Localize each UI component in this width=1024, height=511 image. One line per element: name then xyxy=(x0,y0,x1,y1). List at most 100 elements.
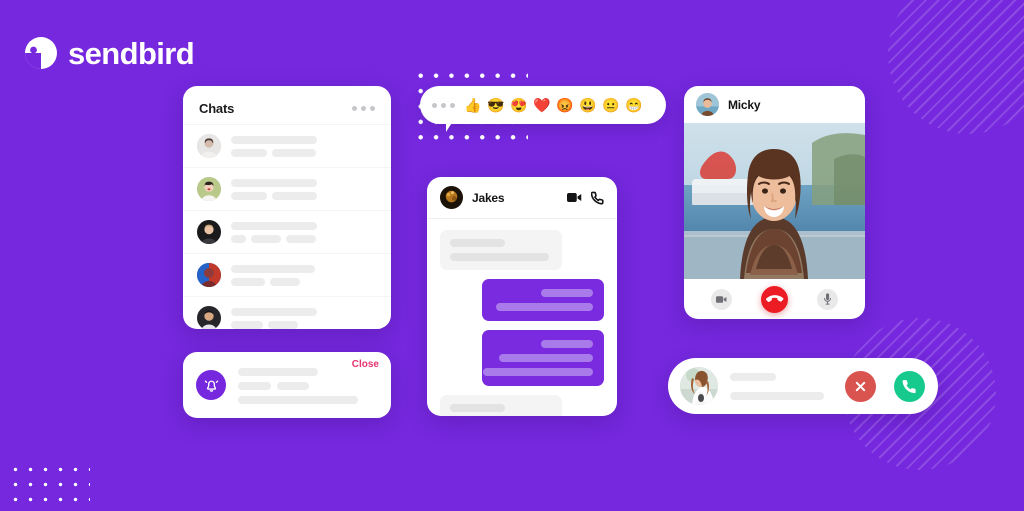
skeleton-line xyxy=(231,191,267,200)
square-dot-grid-decoration-bottom-left xyxy=(8,462,90,511)
skeleton-line xyxy=(251,234,281,243)
chat-item-skeleton xyxy=(231,221,375,243)
sendbird-bubble-mark-icon xyxy=(24,36,58,70)
video-call-participant-name: Micky xyxy=(728,97,761,112)
skeleton-line xyxy=(231,148,267,157)
chat-list-item[interactable] xyxy=(183,124,391,167)
emoji-reaction-bar: 👍 😎 😍 ❤️ 😡 😃 😐 😁 xyxy=(420,86,666,124)
skeleton-line xyxy=(231,221,317,230)
chat-conversation-card: Jakes xyxy=(427,177,617,416)
decline-call-button[interactable] xyxy=(845,370,876,402)
conversation-title: Jakes xyxy=(472,190,505,205)
skeleton-line xyxy=(730,372,776,381)
avatar xyxy=(197,220,221,244)
ellipsis-horizontal-icon[interactable] xyxy=(432,102,455,108)
message-bubble-incoming xyxy=(440,395,562,416)
ellipsis-horizontal-icon[interactable] xyxy=(352,105,375,111)
skeleton-line xyxy=(496,303,593,311)
skeleton-row xyxy=(231,320,375,329)
skeleton-line xyxy=(450,253,549,261)
skeleton-line xyxy=(277,382,309,390)
chats-panel-header: Chats xyxy=(183,86,391,124)
video-call-card: Micky xyxy=(684,86,865,319)
sendbird-wordmark: sendbird xyxy=(68,35,195,71)
heart-eyes-emoji[interactable]: 😍 xyxy=(510,98,528,112)
skeleton-line xyxy=(238,382,271,390)
chat-list-item[interactable] xyxy=(183,210,391,253)
incoming-call-card xyxy=(668,358,938,414)
microphone-toggle-button[interactable] xyxy=(817,288,838,310)
chat-item-skeleton xyxy=(231,264,375,286)
skeleton-line xyxy=(231,307,317,316)
skeleton-row xyxy=(231,191,375,200)
video-call-controls xyxy=(684,279,865,319)
message-bubble-incoming xyxy=(440,230,562,270)
banner-canvas: sendbird Chats Close 👍 😎 😍 ❤️ 😡 😃 😐 😁 Ja… xyxy=(0,0,1024,511)
chat-list-item[interactable] xyxy=(183,253,391,296)
skeleton-line xyxy=(541,340,593,348)
end-call-button[interactable] xyxy=(761,285,788,313)
diagonal-stripes-decoration-top-right xyxy=(888,0,1024,134)
notification-skeleton xyxy=(238,366,379,404)
message-bubble-outgoing xyxy=(482,279,604,321)
chat-list-item[interactable] xyxy=(183,167,391,210)
skeleton-row xyxy=(231,277,375,286)
skeleton-line xyxy=(231,264,315,273)
thumbs-up-emoji[interactable]: 👍 xyxy=(464,98,482,112)
accept-call-button[interactable] xyxy=(894,370,925,402)
skeleton-line xyxy=(730,391,824,400)
video-feed xyxy=(684,123,865,279)
chats-panel-title: Chats xyxy=(199,100,235,116)
skeleton-line xyxy=(499,354,593,362)
video-camera-icon[interactable] xyxy=(567,191,582,204)
skeleton-line xyxy=(231,135,317,144)
skeleton-line xyxy=(450,239,505,247)
avatar xyxy=(197,306,221,329)
skeleton-row xyxy=(231,148,375,157)
skeleton-line xyxy=(483,368,593,376)
skeleton-line xyxy=(268,320,298,329)
skeleton-line xyxy=(238,368,318,376)
red-heart-emoji[interactable]: ❤️ xyxy=(533,98,551,112)
skeleton-line xyxy=(231,277,265,286)
skeleton-line xyxy=(231,178,317,187)
emoji-bar-tail xyxy=(446,121,457,132)
skeleton-line xyxy=(272,191,317,200)
chat-list-item[interactable] xyxy=(183,296,391,329)
message-list xyxy=(427,219,617,416)
close-button[interactable]: Close xyxy=(352,359,379,370)
skeleton-line xyxy=(286,234,316,243)
caller-info-skeleton xyxy=(730,372,833,400)
grinning-face-emoji[interactable]: 😃 xyxy=(579,98,597,112)
avatar xyxy=(696,93,719,116)
chat-item-skeleton xyxy=(231,178,375,200)
chat-item-skeleton xyxy=(231,135,375,157)
chats-panel: Chats xyxy=(183,86,391,329)
camera-toggle-button[interactable] xyxy=(711,288,732,310)
notification-card: Close xyxy=(183,352,391,418)
avatar xyxy=(197,263,221,287)
grinning-teeth-emoji[interactable]: 😁 xyxy=(625,98,643,112)
skeleton-line xyxy=(231,234,246,243)
skeleton-row xyxy=(231,234,375,243)
video-call-header: Micky xyxy=(684,86,865,123)
neutral-face-emoji[interactable]: 😐 xyxy=(602,98,620,112)
avatar xyxy=(440,186,463,209)
angry-face-emoji[interactable]: 😡 xyxy=(556,98,574,112)
skeleton-line xyxy=(231,320,263,329)
skeleton-line xyxy=(270,277,300,286)
sendbird-logo: sendbird xyxy=(24,35,195,71)
conversation-header: Jakes xyxy=(427,177,617,219)
skeleton-row xyxy=(238,382,379,390)
avatar xyxy=(680,367,718,405)
skeleton-line xyxy=(272,148,316,157)
avatar xyxy=(197,134,221,158)
phone-handset-icon[interactable] xyxy=(591,191,604,205)
alarm-bell-icon xyxy=(196,370,226,400)
skeleton-line xyxy=(450,404,505,412)
skeleton-line xyxy=(238,396,358,404)
sunglasses-face-emoji[interactable]: 😎 xyxy=(487,98,505,112)
chat-item-skeleton xyxy=(231,307,375,329)
avatar xyxy=(197,177,221,201)
skeleton-line xyxy=(541,289,593,297)
